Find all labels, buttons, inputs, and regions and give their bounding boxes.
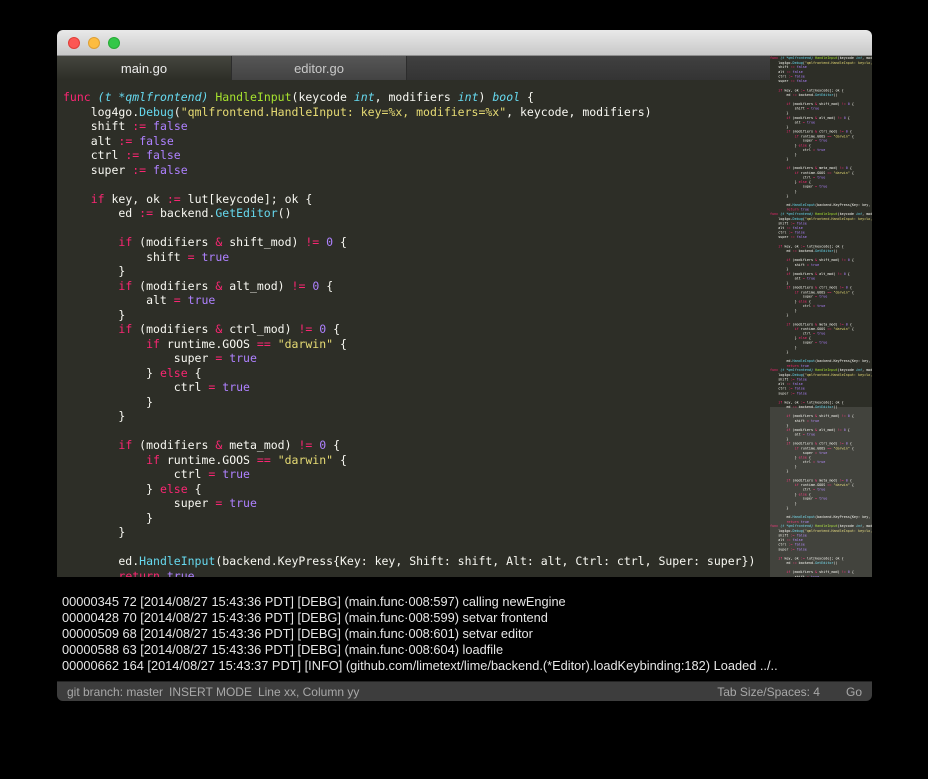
code-line: return true — [63, 569, 770, 578]
log-line: 00000662 164 [2014/08/27 15:43:37 PDT] [… — [62, 658, 872, 674]
code-line: if (modifiers & ctrl_mod) != 0 { — [63, 322, 770, 337]
traffic-lights — [68, 37, 120, 49]
code-line: if key, ok := lut[keycode]; ok { — [63, 192, 770, 207]
minimize-window-button[interactable] — [88, 37, 100, 49]
console-output[interactable]: 00000345 72 [2014/08/27 15:43:36 PDT] [D… — [57, 577, 872, 681]
log-line: 00000509 68 [2014/08/27 15:43:36 PDT] [D… — [62, 626, 872, 642]
log-line: 00000588 63 [2014/08/27 15:43:36 PDT] [D… — [62, 642, 872, 658]
code-line: } else { — [63, 366, 770, 381]
code-line: shift = true — [63, 250, 770, 265]
code-line: alt := false — [63, 134, 770, 149]
code-line — [63, 540, 770, 555]
tab-editor.go[interactable]: editor.go — [232, 56, 407, 80]
zoom-window-button[interactable] — [108, 37, 120, 49]
syntax-status[interactable]: Go — [846, 685, 862, 699]
code-line: } — [63, 308, 770, 323]
code-line: func (t *qmlfrontend) HandleInput(keycod… — [63, 90, 770, 105]
code-line: ed.HandleInput(backend.KeyPress{Key: key… — [63, 554, 770, 569]
code-line: } — [63, 511, 770, 526]
log-line: 00000428 70 [2014/08/27 15:43:36 PDT] [D… — [62, 610, 872, 626]
code-line: log4go.Debug("qmlfrontend.HandleInput: k… — [63, 105, 770, 120]
code-line: ctrl = true — [63, 380, 770, 395]
code-line: ctrl = true — [63, 467, 770, 482]
editor-main-row: main.goeditor.go func (t *qmlfrontend) H… — [57, 56, 872, 577]
code-line — [63, 221, 770, 236]
code-line: super = true — [63, 351, 770, 366]
input-mode-status: INSERT MODE — [169, 685, 252, 699]
tab-main.go[interactable]: main.go — [57, 56, 232, 80]
status-right: Tab Size/Spaces: 4 Go — [717, 685, 862, 699]
code-line: ctrl := false — [63, 148, 770, 163]
status-left: git branch: master INSERT MODE Line xx, … — [67, 685, 359, 699]
cursor-position-status: Line xx, Column yy — [258, 685, 359, 699]
minimap-viewport[interactable] — [770, 407, 872, 577]
editor-window: main.goeditor.go func (t *qmlfrontend) H… — [57, 30, 872, 701]
code-line: } — [63, 525, 770, 540]
close-window-button[interactable] — [68, 37, 80, 49]
code-line — [63, 177, 770, 192]
code-line: super := false — [63, 163, 770, 178]
code-line — [63, 424, 770, 439]
minimap[interactable]: func (t *qmlfrontend) HandleInput(keycod… — [770, 56, 872, 577]
status-bar: git branch: master INSERT MODE Line xx, … — [57, 681, 872, 701]
code-line: alt = true — [63, 293, 770, 308]
code-line: } else { — [63, 482, 770, 497]
tab-size-status[interactable]: Tab Size/Spaces: 4 — [717, 685, 820, 699]
code-line: if (modifiers & shift_mod) != 0 { — [63, 235, 770, 250]
code-line: } — [63, 264, 770, 279]
code-line: if (modifiers & meta_mod) != 0 { — [63, 438, 770, 453]
code-line: } — [63, 409, 770, 424]
code-editor[interactable]: func (t *qmlfrontend) HandleInput(keycod… — [57, 80, 770, 577]
code-line: ed := backend.GetEditor() — [63, 206, 770, 221]
code-line: shift := false — [63, 119, 770, 134]
editor-column: main.goeditor.go func (t *qmlfrontend) H… — [57, 56, 770, 577]
code-line: } — [63, 395, 770, 410]
tab-bar-empty-area — [407, 56, 770, 80]
title-bar[interactable] — [57, 30, 872, 56]
git-branch-status: git branch: master — [67, 685, 163, 699]
code-line: if runtime.GOOS == "darwin" { — [63, 453, 770, 468]
log-line: 00000345 72 [2014/08/27 15:43:36 PDT] [D… — [62, 594, 872, 610]
code-line: if runtime.GOOS == "darwin" { — [63, 337, 770, 352]
code-line: super = true — [63, 496, 770, 511]
code-line: if (modifiers & alt_mod) != 0 { — [63, 279, 770, 294]
tab-bar: main.goeditor.go — [57, 56, 770, 80]
